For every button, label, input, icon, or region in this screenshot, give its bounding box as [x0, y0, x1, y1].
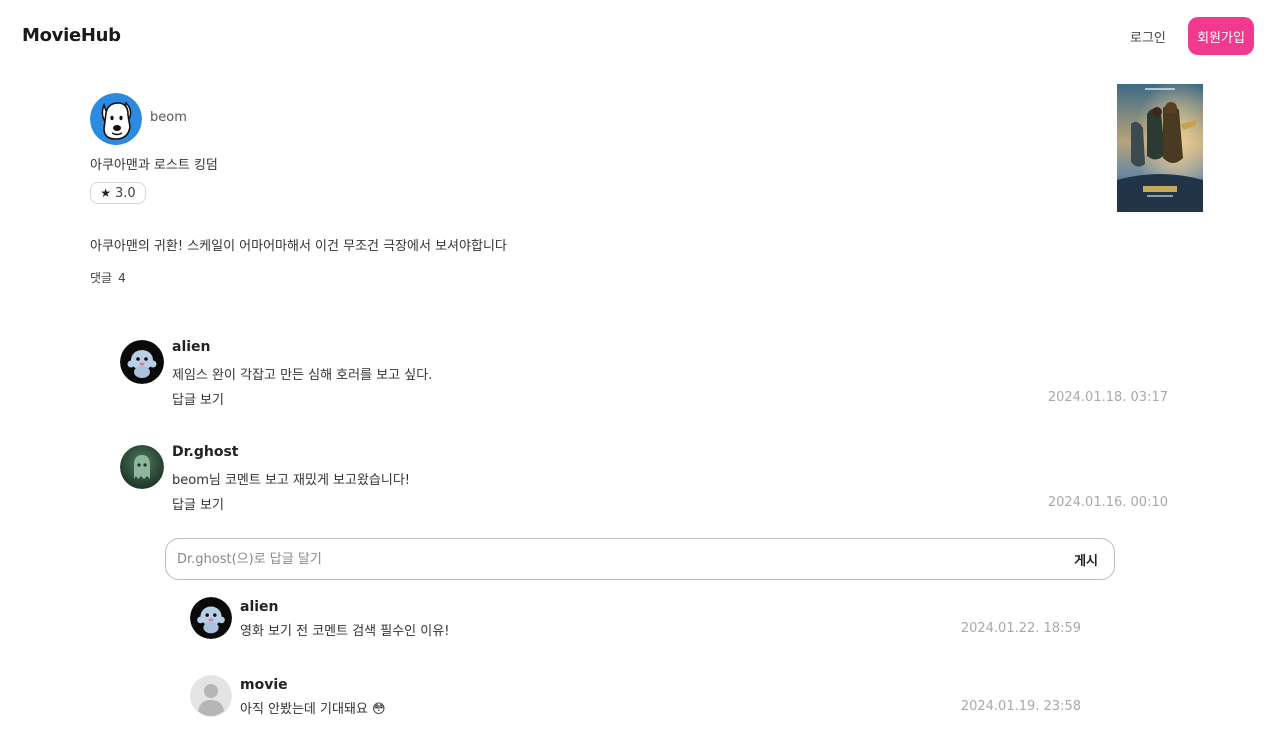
plush-toy-avatar	[190, 597, 232, 639]
movie-title[interactable]: 아쿠아맨과 로스트 킹덤	[90, 154, 218, 173]
star-icon: ★	[100, 186, 112, 200]
plush-toy-avatar	[120, 340, 164, 384]
author-avatar[interactable]	[90, 93, 142, 145]
reply-username[interactable]: movie	[240, 677, 288, 693]
reply-avatar[interactable]	[190, 597, 232, 639]
reply-username[interactable]: alien	[240, 599, 279, 615]
rating-value: 3.0	[115, 185, 136, 201]
comment-date: 2024.01.16. 00:10	[1047, 495, 1168, 510]
comment-username[interactable]: alien	[172, 339, 211, 355]
comment-username[interactable]: Dr.ghost	[172, 444, 238, 460]
reply-text: 영화 보기 전 코멘트 검색 필수인 이유!	[240, 624, 450, 639]
author-name[interactable]: beom	[150, 110, 187, 125]
site-logo[interactable]: MovieHub	[22, 25, 121, 46]
comment-avatar[interactable]	[120, 445, 164, 489]
comment-date: 2024.01.18. 03:17	[1047, 390, 1168, 405]
reply-input-box: 게시	[165, 538, 1115, 580]
comment-text: 제임스 완이 각잡고 만든 심해 호러를 보고 싶다.	[172, 368, 433, 383]
reply-date: 2024.01.22. 18:59	[960, 621, 1081, 636]
dog-avatar-icon	[90, 93, 142, 145]
rating-badge: ★ 3.0	[90, 182, 146, 204]
comment-count-label: 댓글	[90, 271, 113, 285]
signup-button[interactable]: 회원가입	[1188, 17, 1254, 55]
movie-poster[interactable]	[1117, 84, 1203, 212]
ghost-avatar	[120, 445, 164, 489]
review-body: 아쿠아맨의 귀환! 스케일이 어마어마해서 이건 무조건 극장에서 보셔야합니다	[90, 239, 507, 254]
comment-avatar[interactable]	[120, 340, 164, 384]
comment-text: beom님 코멘트 보고 재밌게 보고왔습니다!	[172, 473, 411, 488]
view-replies-link[interactable]: 답글 보기	[172, 494, 224, 513]
reply-avatar[interactable]	[190, 675, 232, 717]
reply-text: 아직 안봤는데 기대돼요 😳	[240, 702, 386, 717]
poster-image	[1117, 84, 1203, 212]
view-replies-link[interactable]: 답글 보기	[172, 389, 224, 408]
comment-count[interactable]: 댓글 4	[90, 269, 132, 286]
login-link[interactable]: 로그인	[1130, 27, 1166, 46]
comment-count-value: 4	[118, 271, 126, 285]
default-user-icon	[190, 675, 232, 717]
post-reply-button[interactable]: 게시	[1074, 550, 1098, 569]
reply-input[interactable]	[177, 551, 1075, 567]
reply-date: 2024.01.19. 23:58	[960, 699, 1081, 714]
